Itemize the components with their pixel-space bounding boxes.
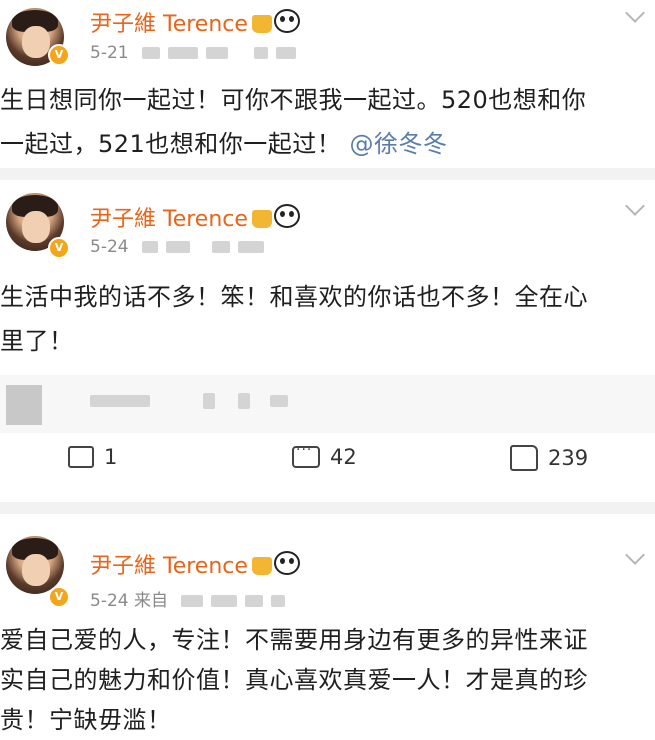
panda-icon bbox=[273, 9, 300, 33]
post-content: 爱自己爱的人，专注！不需要用身边有更多的异性来证 实自己的魅力和价值！真心喜欢真… bbox=[0, 626, 588, 734]
avatar[interactable] bbox=[6, 536, 64, 594]
panda-icon bbox=[273, 551, 300, 575]
repost-thumbnail bbox=[6, 385, 42, 425]
post-divider bbox=[0, 168, 655, 180]
username[interactable]: 尹子維 Terence bbox=[90, 201, 300, 233]
username[interactable]: 尹子維 Terence bbox=[90, 548, 300, 580]
username[interactable]: 尹子維 Terence bbox=[90, 6, 300, 38]
chevron-down-icon[interactable] bbox=[625, 196, 645, 216]
chevron-down-icon[interactable] bbox=[625, 3, 645, 23]
post-content: 生日想同你一起过！可你不跟我一起过。520也想和你 一起过，521也想和你一起过… bbox=[0, 86, 587, 158]
crown-icon bbox=[251, 557, 272, 575]
post-date: 5-24 bbox=[90, 237, 129, 257]
comment-button[interactable]: 42 bbox=[292, 442, 357, 469]
post-actions: 1 42 239 bbox=[0, 442, 655, 491]
panda-icon bbox=[273, 204, 300, 228]
verified-badge-icon: V bbox=[48, 586, 70, 608]
post-meta: 5-21 bbox=[90, 43, 296, 63]
like-button[interactable]: 239 bbox=[510, 445, 588, 471]
chevron-down-icon[interactable] bbox=[625, 545, 645, 565]
post-source: 来自 bbox=[134, 591, 168, 611]
post-content: 生活中我的话不多！笨！和喜欢的你话也不多！全在心 里了！ bbox=[0, 283, 588, 355]
share-button[interactable]: 1 bbox=[68, 445, 117, 469]
post-meta: 5-24 来自 bbox=[90, 586, 286, 611]
crown-icon bbox=[251, 210, 272, 228]
crown-icon bbox=[251, 15, 272, 33]
verified-badge-icon: V bbox=[48, 44, 70, 66]
like-count: 239 bbox=[548, 446, 589, 470]
post-date: 5-24 bbox=[90, 591, 129, 611]
comment-icon bbox=[292, 442, 320, 468]
post-divider bbox=[0, 502, 655, 514]
repost-preview[interactable] bbox=[0, 375, 655, 433]
verified-badge-icon: V bbox=[48, 237, 70, 259]
share-icon bbox=[68, 446, 94, 468]
post-date: 5-21 bbox=[90, 43, 129, 63]
like-icon bbox=[510, 445, 538, 471]
share-count: 1 bbox=[104, 445, 118, 469]
comment-count: 42 bbox=[330, 445, 357, 469]
post-meta: 5-24 bbox=[90, 237, 264, 257]
mention-link[interactable]: @徐冬冬 bbox=[349, 130, 447, 158]
